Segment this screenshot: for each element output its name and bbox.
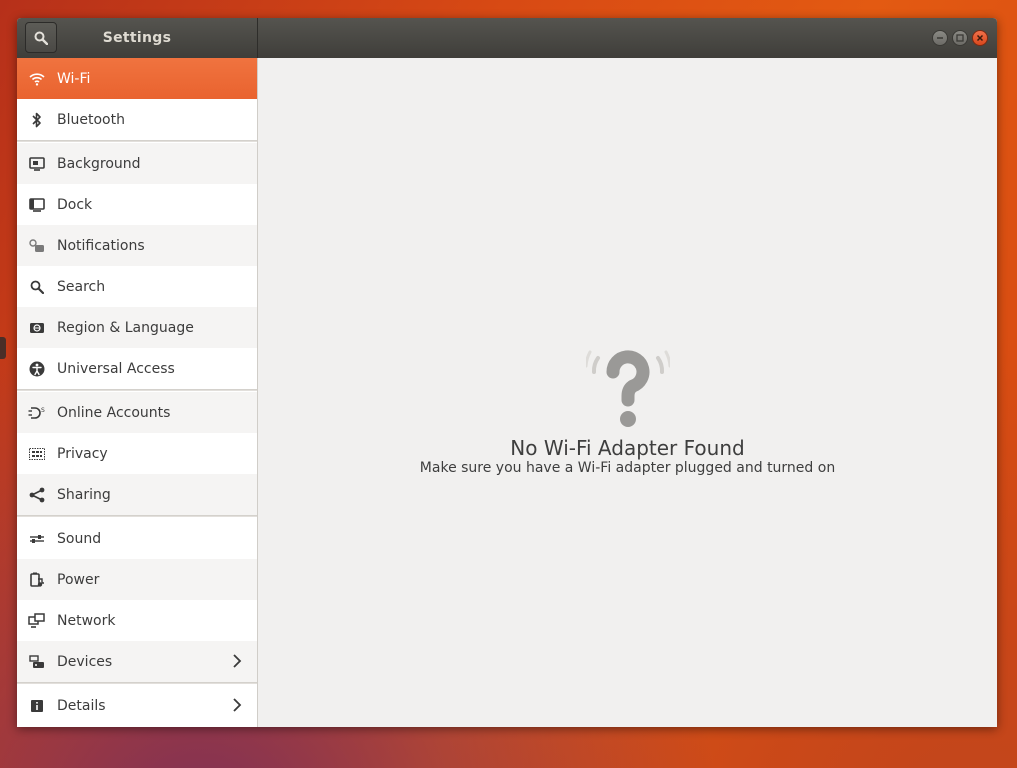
sidebar-item-label: Wi-Fi [57,70,91,87]
sidebar-item-wifi[interactable]: Wi-Fi [17,58,257,99]
sidebar-item-label: Details [57,697,106,714]
sidebar-item-bluetooth[interactable]: Bluetooth [17,99,257,140]
sidebar-item-label: Privacy [57,445,108,462]
devices-icon [17,641,57,682]
sidebar-item-label: Background [57,155,141,172]
sidebar-item-online-accounts[interactable]: S Online Accounts [17,392,257,433]
chevron-right-icon [231,697,243,713]
svg-text:S: S [41,407,45,414]
region-icon [17,307,57,348]
sidebar-item-label: Region & Language [57,319,194,336]
sidebar-item-label: Devices [57,653,113,670]
wifi-icon [17,58,57,99]
sidebar-item-sound[interactable]: Sound [17,518,257,559]
search-icon [17,266,57,307]
dock-icon [17,184,57,225]
header-bar: Settings [17,18,997,59]
power-icon [17,559,57,600]
sidebar-item-details[interactable]: Details [17,685,257,726]
close-icon [976,34,984,42]
chevron-right-icon [231,653,243,669]
notifications-icon [17,225,57,266]
sidebar-separator [17,682,257,684]
sidebar-separator [17,389,257,391]
sidebar-item-power[interactable]: Power [17,559,257,600]
sidebar-item-region-language[interactable]: Region & Language [17,307,257,348]
settings-window: Settings Wi-Fi Bluetooth Background Dock… [17,18,997,727]
sidebar-item-label: Sound [57,530,102,547]
sidebar-item-network[interactable]: Network [17,600,257,641]
network-icon [17,600,57,641]
background-icon [17,143,57,184]
details-icon [17,685,57,726]
sidebar-item-privacy[interactable]: Privacy [17,433,257,474]
sidebar-item-dock[interactable]: Dock [17,184,257,225]
sound-icon [17,518,57,559]
sidebar-item-notifications[interactable]: Notifications [17,225,257,266]
desktop-edge-handle [0,337,6,359]
settings-sidebar: Wi-Fi Bluetooth Background Dock Notifica… [17,58,258,727]
online-accounts-icon: S [17,392,57,433]
sidebar-item-universal-access[interactable]: Universal Access [17,348,257,389]
empty-state-title: No Wi-Fi Adapter Found [510,436,745,460]
close-button[interactable] [972,30,988,46]
bluetooth-icon [17,99,57,140]
sidebar-separator [17,140,257,142]
minimize-icon [937,37,943,39]
sidebar-separator [17,515,257,517]
sidebar-item-label: Notifications [57,237,145,254]
sidebar-item-background[interactable]: Background [17,143,257,184]
empty-state-subtitle: Make sure you have a Wi-Fi adapter plugg… [419,460,836,476]
maximize-icon [956,34,964,42]
sidebar-item-devices[interactable]: Devices [17,641,257,682]
sidebar-item-search[interactable]: Search [17,266,257,307]
sidebar-item-label: Dock [57,196,93,213]
sharing-icon [17,474,57,515]
privacy-icon [17,433,57,474]
sidebar-item-label: Power [57,571,100,588]
maximize-button[interactable] [952,30,968,46]
sidebar-item-label: Network [57,612,116,629]
wifi-panel: No Wi-Fi Adapter Found Make sure you hav… [258,58,997,727]
window-title: Settings [102,30,172,46]
minimize-button[interactable] [932,30,948,46]
question-mark-icon [584,344,672,430]
header-divider [257,18,258,58]
sidebar-item-label: Online Accounts [57,404,171,421]
sidebar-item-label: Search [57,278,106,295]
universal-access-icon [17,348,57,389]
sidebar-item-label: Bluetooth [57,111,125,128]
sidebar-item-label: Sharing [57,486,111,503]
sidebar-item-label: Universal Access [57,360,175,377]
sidebar-item-sharing[interactable]: Sharing [17,474,257,515]
